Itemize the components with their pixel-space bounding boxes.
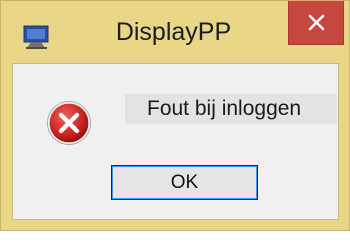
monitor-icon xyxy=(23,24,53,50)
dialog-content: Fout bij inloggen OK xyxy=(12,63,339,220)
error-icon xyxy=(47,101,91,145)
dialog-window: DisplayPP Fout bij inloggen OK xyxy=(0,0,350,231)
title-bar[interactable]: DisplayPP xyxy=(1,1,349,61)
close-button[interactable] xyxy=(288,1,344,45)
error-message: Fout bij inloggen xyxy=(125,94,337,124)
ok-button[interactable]: OK xyxy=(111,165,258,200)
window-title: DisplayPP xyxy=(115,18,232,46)
close-icon xyxy=(308,14,325,31)
